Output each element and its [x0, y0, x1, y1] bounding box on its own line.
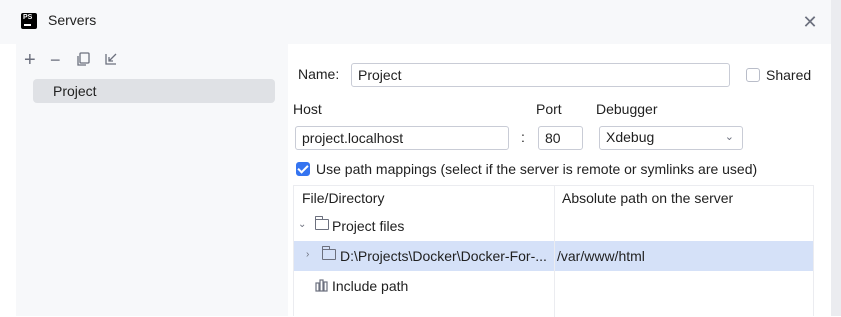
column-header-file[interactable]: File/Directory: [302, 186, 384, 211]
window-edge: [831, 0, 841, 316]
remove-icon[interactable]: −: [50, 51, 68, 70]
name-field[interactable]: [351, 63, 730, 87]
column-header-server-path[interactable]: Absolute path on the server: [562, 186, 733, 211]
debugger-selected-value: Xdebug: [606, 129, 655, 145]
port-label: Port: [536, 101, 562, 117]
chevron-down-icon[interactable]: ⌄: [298, 220, 308, 230]
file-cell: D:\Projects\Docker\Docker-For-...: [340, 248, 547, 264]
shared-label: Shared: [766, 67, 812, 83]
path-mappings-table: File/Directory Absolute path on the serv…: [293, 185, 814, 317]
copy-icon[interactable]: [77, 52, 95, 70]
server-path-cell[interactable]: /var/www/html: [557, 248, 645, 264]
dialog-title: Servers: [48, 12, 97, 28]
shared-checkbox[interactable]: [746, 68, 760, 82]
title-bar: [0, 0, 841, 44]
column-divider[interactable]: [554, 186, 555, 317]
name-label: Name:: [298, 66, 340, 82]
import-icon[interactable]: [104, 52, 122, 70]
file-cell: Include path: [332, 278, 409, 294]
library-icon: [315, 279, 329, 295]
folder-icon: [315, 216, 329, 230]
phpstorm-logo-icon: PS: [21, 13, 37, 29]
add-icon[interactable]: +: [24, 50, 42, 70]
path-mappings-label: Use path mappings (select if the server …: [316, 161, 758, 177]
server-item-project[interactable]: Project: [33, 79, 275, 103]
debugger-label: Debugger: [596, 101, 658, 117]
close-icon[interactable]: ✕: [801, 13, 819, 31]
folder-icon: [322, 246, 336, 260]
host-field[interactable]: [295, 126, 509, 150]
path-mappings-checkbox[interactable]: [296, 162, 310, 176]
host-label: Host: [293, 101, 322, 117]
debugger-select[interactable]: Xdebug ⌄: [599, 126, 743, 150]
chevron-right-icon[interactable]: ›: [306, 250, 316, 260]
file-cell: Project files: [332, 218, 405, 234]
port-separator: :: [521, 129, 525, 145]
server-item-label: Project: [53, 83, 97, 99]
port-field[interactable]: [538, 126, 583, 150]
chevron-down-icon: ⌄: [724, 131, 734, 143]
